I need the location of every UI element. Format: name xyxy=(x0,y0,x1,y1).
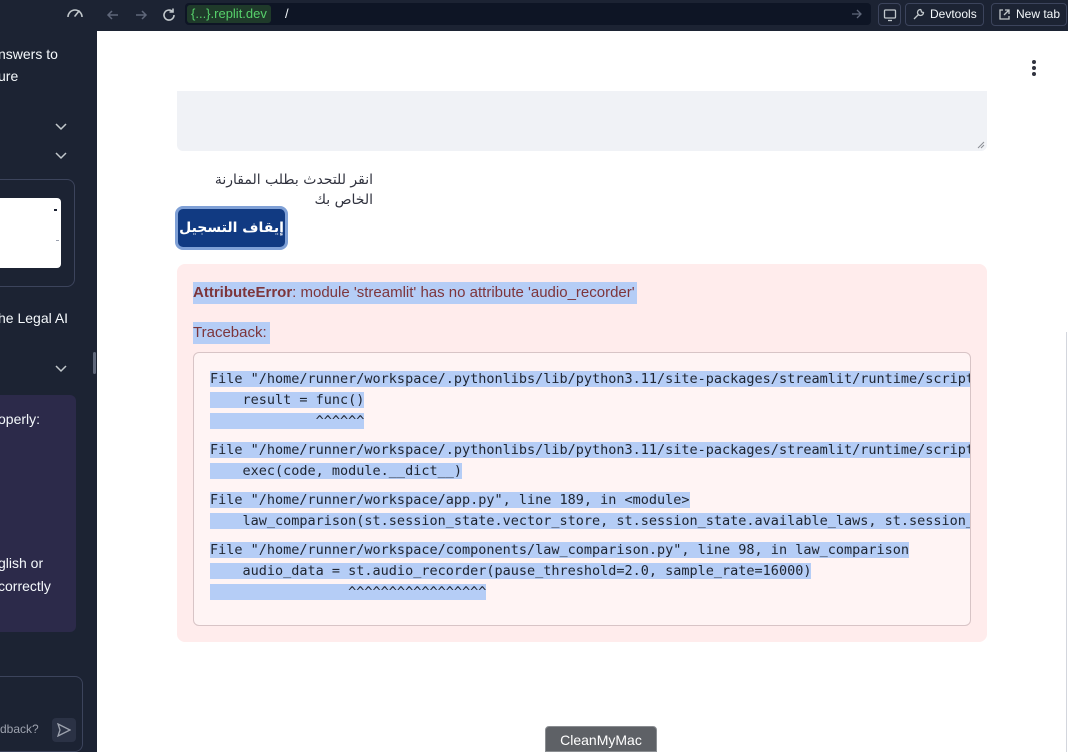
cleanmymac-dock-label[interactable]: CleanMyMac xyxy=(545,726,657,752)
traceback-code: File "/home/runner/workspace/.pythonlibs… xyxy=(194,353,970,625)
reload-icon[interactable] xyxy=(161,7,177,23)
query-textarea[interactable] xyxy=(177,91,987,151)
frame-1-file: File "/home/runner/workspace/.pythonlibs… xyxy=(210,369,970,390)
sidebar-text-4: operly: xyxy=(0,411,41,427)
error-detail: : module 'streamlit' has no attribute 'a… xyxy=(292,284,635,301)
chevron-down-icon[interactable] xyxy=(55,152,67,160)
external-link-icon xyxy=(999,9,1010,20)
frame-2-file: File "/home/runner/workspace/.pythonlibs… xyxy=(210,440,970,461)
error-type: AttributeError xyxy=(193,284,293,301)
browser-toolbar: {...}.replit.dev / Devtools New tab xyxy=(97,0,1068,31)
new-tab-button[interactable]: New tab xyxy=(991,3,1068,26)
frame-2-code: exec(code, module.__dict__) xyxy=(210,463,462,479)
sidebar-card-preview xyxy=(0,198,61,268)
frame-1-code: result = func() xyxy=(210,392,365,408)
frame-3-code: law_comparison(st.session_state.vector_s… xyxy=(210,511,970,532)
frame-4-code: audio_data = st.audio_recorder(pause_thr… xyxy=(210,563,812,579)
error-message: AttributeError: module 'streamlit' has n… xyxy=(193,282,637,304)
send-button[interactable] xyxy=(52,718,76,742)
voice-prompt-label: انقر للتحدث بطلب المقارنة الخاص بك xyxy=(214,172,373,208)
frame-4-marker: ^^^^^^^^^^^^^^^^^ xyxy=(210,584,487,600)
traceback-label: Traceback: xyxy=(193,322,270,344)
back-icon[interactable] xyxy=(105,7,121,23)
resize-grip-icon xyxy=(977,141,985,149)
url-path: / xyxy=(285,6,289,21)
devtools-button[interactable]: Devtools xyxy=(905,3,984,26)
new-tab-label: New tab xyxy=(1016,7,1061,21)
scrollbar[interactable] xyxy=(1066,332,1067,752)
more-menu-icon[interactable] xyxy=(1032,60,1038,76)
sidebar-text-5: glish or xyxy=(0,555,44,571)
resize-handle[interactable] xyxy=(93,352,96,374)
forward-icon[interactable] xyxy=(133,7,149,23)
chevron-down-icon[interactable] xyxy=(55,365,67,373)
chevron-down-icon[interactable] xyxy=(55,123,67,131)
frame-1-marker: ^^^^^^ xyxy=(210,413,365,429)
replit-sidebar: nswers to ure he Legal AI operly: glish … xyxy=(0,0,97,752)
monitor-icon xyxy=(883,9,897,22)
sidebar-text-1: nswers to xyxy=(0,46,58,62)
sidebar-text-2: ure xyxy=(0,68,19,84)
send-icon xyxy=(57,723,71,737)
url-bar[interactable]: {...}.replit.dev / xyxy=(185,3,871,25)
screen-button[interactable] xyxy=(878,3,901,26)
feedback-input-placeholder: dback? xyxy=(0,722,39,736)
sidebar-text-3: he Legal AI xyxy=(0,310,69,326)
wrench-icon xyxy=(913,8,925,20)
frame-3-file: File "/home/runner/workspace/app.py", li… xyxy=(210,492,690,508)
stop-recording-button[interactable]: إيقاف التسجيل xyxy=(175,206,288,250)
devtools-label: Devtools xyxy=(930,7,977,21)
url-domain: {...}.replit.dev xyxy=(187,5,271,23)
arrow-right-icon[interactable] xyxy=(851,8,863,20)
gauge-icon[interactable] xyxy=(66,5,84,21)
sidebar-text-6: correctly xyxy=(0,578,51,594)
frame-4-file: File "/home/runner/workspace/components/… xyxy=(210,542,909,558)
